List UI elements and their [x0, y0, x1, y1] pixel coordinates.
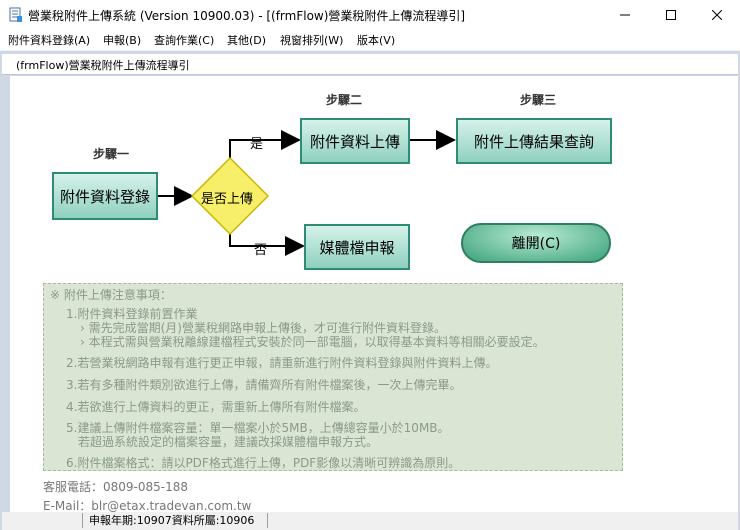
- note-4: 4.若欲進行上傳資料的更正，需重新上傳所有附件檔案。: [66, 400, 366, 414]
- box-upload-result-query[interactable]: 附件上傳結果查詢: [456, 118, 612, 164]
- note-6: 6.附件檔案格式：請以PDF格式進行上傳，PDF影像以清晰可辨識為原則。: [66, 456, 461, 470]
- box-attachment-upload[interactable]: 附件資料上傳: [300, 118, 410, 164]
- no-label: 否: [254, 243, 268, 258]
- status-bar: 申報年期:10907資料所屬:10906: [2, 512, 738, 530]
- box-media-file-declare[interactable]: 媒體檔申報: [304, 224, 410, 270]
- notes-panel: ※ 附件上傳注意事項： 1.附件資料登錄前置作業 › 需先完成當期(月)營業稅網…: [43, 283, 623, 471]
- note-2: 2.若營業稅網路申報有進行更正申報，請重新進行附件資料登錄與附件資料上傳。: [66, 356, 498, 370]
- note-3: 3.若有多種附件類別欲進行上傳，請備齊所有附件檔案後，一次上傳完畢。: [66, 378, 462, 392]
- contact-phone: 客服電話：0809-085-188: [43, 480, 189, 494]
- box-attachment-register[interactable]: 附件資料登錄: [52, 172, 158, 220]
- decision-label[interactable]: 是否上傳: [201, 188, 253, 207]
- step2-label: 步驟二: [326, 93, 363, 107]
- exit-button[interactable]: 離開(C): [461, 223, 611, 263]
- notes-heading: ※ 附件上傳注意事項：: [50, 288, 172, 302]
- step1-label: 步驟一: [93, 147, 130, 161]
- status-period: 申報年期:10907資料所屬:10906: [82, 513, 268, 528]
- yes-label: 是: [250, 137, 264, 152]
- note-1b: › 本程式需與營業稅離線建檔程式安裝於同一部電腦，以取得基本資料等相關必要設定。: [80, 335, 545, 349]
- arrow-decision-yes: [229, 130, 301, 158]
- step3-label: 步驟三: [520, 93, 557, 107]
- note-5b: 若超過系統設定的檔案容量，建議改採媒體檔申報方式。: [78, 435, 379, 449]
